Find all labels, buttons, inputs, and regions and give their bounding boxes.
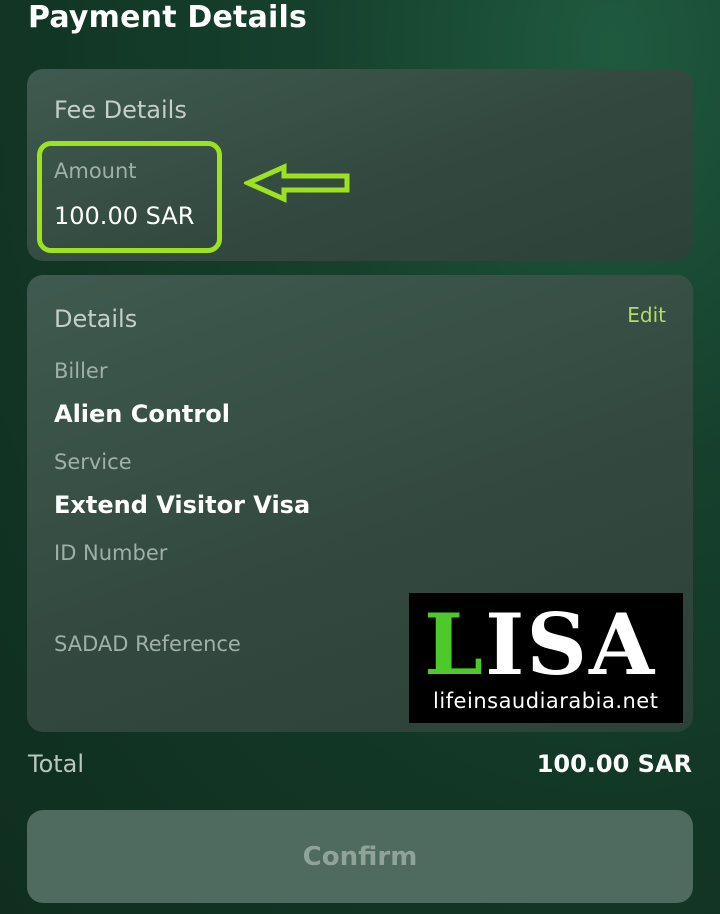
- details-title: Details: [54, 305, 138, 333]
- biller-label: Biller: [54, 359, 108, 383]
- edit-link[interactable]: Edit: [627, 303, 666, 327]
- watermark-logo: LISA: [424, 599, 656, 691]
- biller-value: Alien Control: [54, 400, 230, 428]
- lisa-watermark: LISA lifeinsaudiarabia.net: [409, 593, 683, 723]
- total-value: 100.00 SAR: [536, 750, 692, 778]
- page-title: Payment Details: [28, 0, 308, 35]
- id-number-label: ID Number: [54, 541, 168, 565]
- total-label: Total: [28, 750, 85, 778]
- fee-details-title: Fee Details: [54, 96, 187, 124]
- service-value: Extend Visitor Visa: [54, 491, 311, 519]
- watermark-logo-first: L: [424, 595, 486, 694]
- service-label: Service: [54, 450, 132, 474]
- amount-highlight-box: [37, 141, 222, 253]
- watermark-logo-rest: ISA: [485, 595, 657, 694]
- watermark-url: lifeinsaudiarabia.net: [433, 689, 659, 713]
- sadad-reference-label: SADAD Reference: [54, 632, 241, 656]
- arrow-left-icon: [244, 163, 350, 203]
- fee-details-card: Fee Details Amount 100.00 SAR: [27, 69, 693, 261]
- details-card: Details Edit Biller Alien Control Servic…: [27, 275, 693, 732]
- confirm-button[interactable]: Confirm: [27, 810, 693, 903]
